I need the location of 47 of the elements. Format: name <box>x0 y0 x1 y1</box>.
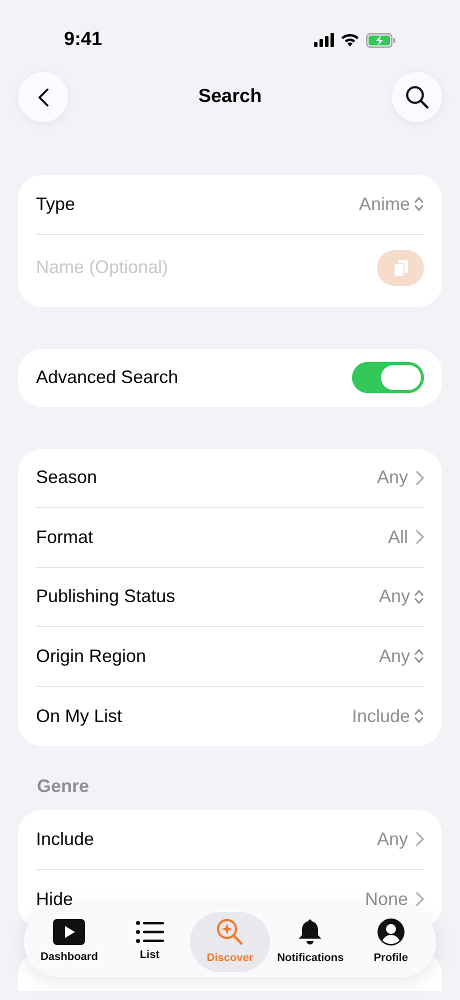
name-field[interactable]: Name (Optional) <box>36 254 377 281</box>
signal-icon <box>314 33 334 47</box>
status-time: 9:41 <box>64 28 102 52</box>
back-icon <box>38 88 48 106</box>
search-icon <box>405 85 429 109</box>
tab-item[interactable]: Notifications <box>270 912 351 972</box>
row-label: Season <box>36 466 98 490</box>
up-down-chevron-icon <box>414 708 424 724</box>
tab-item[interactable]: Profile <box>350 912 432 972</box>
chevron-right-icon <box>416 892 424 906</box>
tab-item[interactable]: Dashboard <box>29 912 110 972</box>
page-title: Search <box>198 84 262 109</box>
row-value: Any <box>376 828 408 851</box>
chevron-right-icon <box>416 470 424 485</box>
row-label: Format <box>36 526 94 549</box>
documents-icon <box>392 258 408 276</box>
row-value: Any <box>376 466 408 490</box>
up-down-chevron-icon <box>414 588 424 605</box>
play-icon <box>53 918 86 945</box>
up-down-chevron-icon <box>414 648 424 664</box>
tab-item[interactable]: List <box>109 912 190 972</box>
row-label: Include <box>36 828 96 851</box>
row-value: All <box>388 526 408 549</box>
row-label: Origin Region <box>36 644 148 668</box>
row-value: None <box>364 888 408 911</box>
section-header: Genre <box>37 776 90 796</box>
row-label: Hide <box>36 888 74 911</box>
toggle-switch[interactable] <box>352 362 424 393</box>
magnifier-sparkle-icon <box>216 918 244 946</box>
up-down-chevron-icon <box>414 196 424 212</box>
wifi-icon <box>340 33 360 47</box>
row-value: Any <box>378 585 410 608</box>
search-button[interactable] <box>392 72 442 122</box>
bell-icon <box>297 918 324 946</box>
profile-icon <box>376 918 405 946</box>
row-label: Type <box>36 192 76 216</box>
row-value: Any <box>378 644 410 668</box>
battery-charging-icon <box>366 32 396 48</box>
chevron-right-icon <box>416 832 424 846</box>
row-label: Advanced Search <box>36 366 180 389</box>
back-button[interactable] <box>18 72 68 122</box>
row-value: Anime <box>358 192 410 216</box>
chevron-right-icon <box>416 530 424 544</box>
row-label: Publishing Status <box>36 585 176 608</box>
row-value: Include <box>352 704 410 728</box>
list-icon <box>136 920 164 943</box>
row-label: On My List <box>36 704 124 728</box>
